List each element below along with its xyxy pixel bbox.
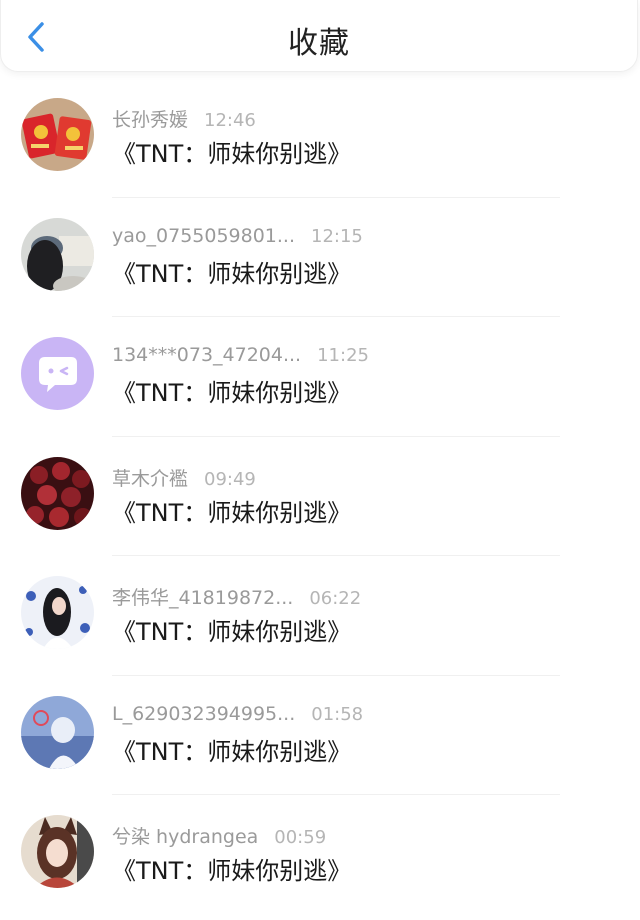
red-envelope-avatar	[21, 98, 94, 171]
timestamp: 00:59	[274, 827, 327, 848]
favorites-list: 长孙秀媛 12:46 《TNT：师妹你别逃》 yao_0755059801... 1…	[0, 78, 640, 915]
list-item[interactable]: L_629032394995... 01:58 《TNT：师妹你别逃》	[0, 676, 640, 795]
user-name: yao_0755059801...	[112, 224, 296, 247]
list-item[interactable]: 草木介襤 09:49 《TNT：师妹你别逃》	[0, 437, 640, 556]
portrait-avatar	[21, 576, 94, 649]
item-meta: 134***073_47204... 11:25	[112, 344, 369, 366]
user-name: 李伟华_41819872...	[112, 587, 294, 609]
message-text: 《TNT：师妹你别逃》	[112, 737, 352, 766]
message-text: 《TNT：师妹你别逃》	[112, 498, 352, 527]
roses-avatar	[21, 456, 94, 530]
message-text: 《TNT：师妹你别逃》	[112, 140, 352, 168]
user-name: 134***073_47204...	[112, 344, 302, 366]
list-item[interactable]: 134***073_47204... 11:25 《TNT：师妹你别逃》	[0, 317, 640, 437]
timestamp: 12:46	[204, 110, 256, 131]
anime-blue-avatar	[21, 695, 94, 769]
default-chat-avatar	[21, 337, 94, 410]
item-meta: 草木介襤 09:49	[112, 464, 256, 491]
item-meta: yao_0755059801... 12:15	[112, 225, 363, 247]
avatar[interactable]	[21, 815, 94, 888]
user-name: 长孙秀媛	[112, 109, 189, 131]
message-text: 《TNT：师妹你别逃》	[112, 259, 352, 288]
item-meta: 兮染 hydrangea 00:59	[112, 822, 326, 849]
list-item[interactable]: yao_0755059801... 12:15 《TNT：师妹你别逃》	[0, 198, 640, 317]
avatar[interactable]	[21, 337, 94, 410]
message-text: 《TNT：师妹你别逃》	[112, 618, 352, 646]
list-item[interactable]: 长孙秀媛 12:46 《TNT：师妹你别逃》	[0, 78, 640, 198]
list-item[interactable]: 李伟华_41819872... 06:22 《TNT：师妹你别逃》	[0, 556, 640, 676]
timestamp: 01:58	[311, 703, 364, 725]
list-item[interactable]: 兮染 hydrangea 00:59 《TNT：师妹你别逃》	[0, 795, 640, 915]
message-text: 《TNT：师妹你别逃》	[112, 857, 352, 885]
avatar[interactable]	[21, 695, 94, 769]
timestamp: 06:22	[309, 588, 362, 609]
item-meta: 长孙秀媛 12:46	[112, 105, 256, 132]
timestamp: 11:25	[317, 345, 369, 366]
item-meta: L_629032394995... 01:58	[112, 703, 363, 725]
avatar[interactable]	[21, 217, 94, 291]
timestamp: 12:15	[311, 225, 363, 247]
anime-foxgirl-avatar	[21, 815, 94, 888]
item-meta: 李伟华_41819872... 06:22	[112, 583, 361, 610]
message-text: 《TNT：师妹你别逃》	[112, 379, 352, 407]
timestamp: 09:49	[204, 468, 256, 490]
avatar[interactable]	[21, 98, 94, 171]
user-name: 草木介襤	[112, 467, 189, 490]
avatar[interactable]	[21, 456, 94, 530]
top-bar: 收藏	[0, 0, 638, 72]
user-name: L_629032394995...	[112, 702, 296, 725]
avatar[interactable]	[21, 576, 94, 649]
page-title: 收藏	[288, 26, 350, 61]
user-name: 兮染 hydrangea	[112, 826, 259, 848]
girl-photo-avatar	[21, 217, 94, 291]
